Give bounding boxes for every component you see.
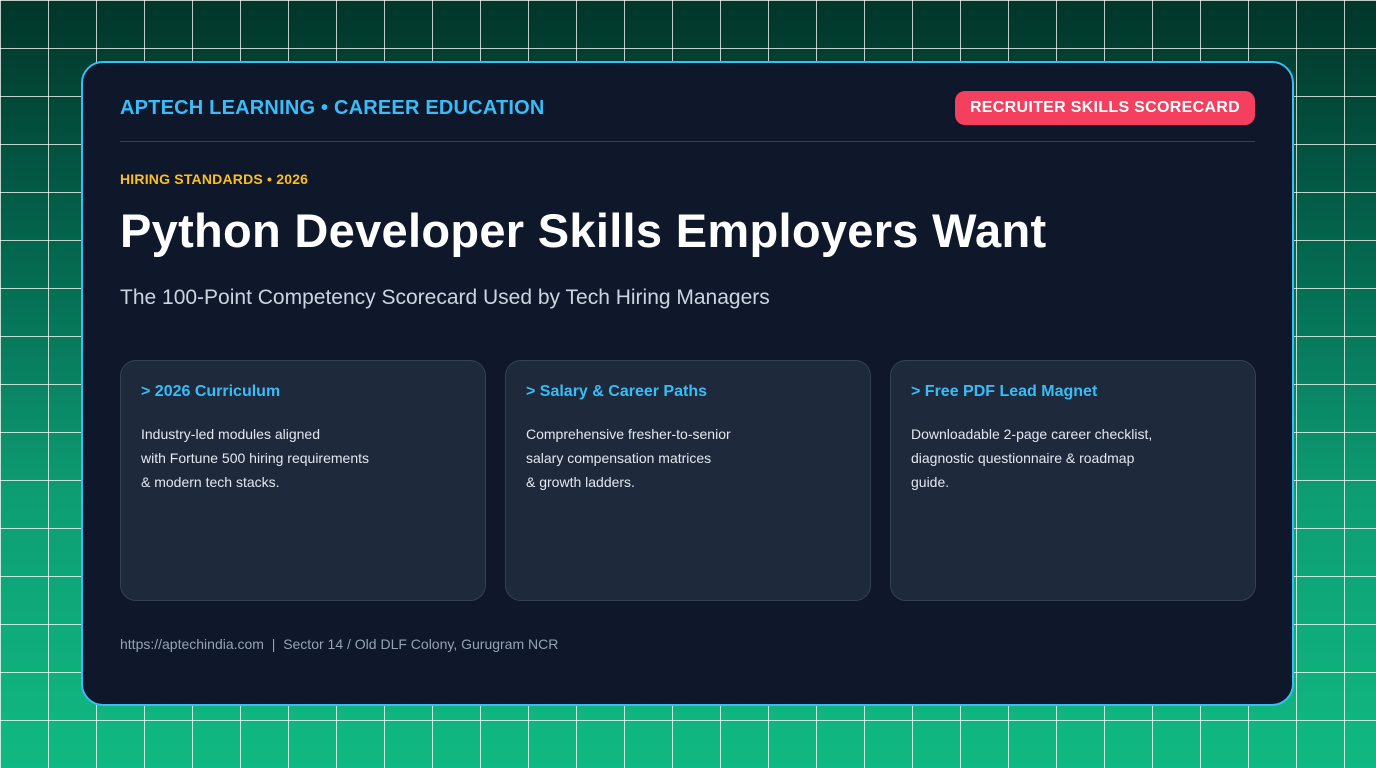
footer: https://aptechindia.com | Sector 14 / Ol… <box>120 636 558 652</box>
feature-title: > 2026 Curriculum <box>141 383 281 400</box>
feature-text-line: diagnostic questionnaire & roadmap <box>911 450 1135 466</box>
feature-text-line: with Fortune 500 hiring requirements <box>141 450 370 466</box>
feature-text-line: Industry-led modules aligned <box>141 426 320 442</box>
scorecard-badge: RECRUITER SKILLS SCORECARD <box>954 91 1255 125</box>
eyebrow-label: HIRING STANDARDS • 2026 <box>120 171 309 187</box>
page-subtitle: The 100-Point Competency Scorecard Used … <box>120 286 770 309</box>
feature-text-line: salary compensation matrices <box>526 450 712 466</box>
feature-title: > Salary & Career Paths <box>526 383 707 400</box>
footer-address: Sector 14 / Old DLF Colony, Gurugram NCR <box>283 636 559 652</box>
scorecard-card: APTECH LEARNING • CAREER EDUCATION RECRU… <box>81 61 1294 706</box>
feature-text-line: & modern tech stacks. <box>141 474 280 490</box>
feature-cards: > 2026 Curriculum Industry-led modules a… <box>120 360 1257 602</box>
feature-card-curriculum: > 2026 Curriculum Industry-led modules a… <box>120 360 486 601</box>
header-divider <box>120 141 1255 142</box>
footer-separator: | <box>263 636 284 652</box>
footer-url: https://aptechindia.com <box>120 636 264 652</box>
feature-card-salary: > Salary & Career Paths Comprehensive fr… <box>505 360 871 601</box>
feature-text-line: Downloadable 2-page career checklist, <box>911 426 1153 442</box>
feature-text-line: & growth ladders. <box>526 474 635 490</box>
feature-card-pdf: > Free PDF Lead Magnet Downloadable 2-pa… <box>890 360 1256 601</box>
feature-title: > Free PDF Lead Magnet <box>911 383 1098 400</box>
brand-label: APTECH LEARNING • CAREER EDUCATION <box>120 97 545 119</box>
feature-text-line: guide. <box>911 474 950 490</box>
page-title: Python Developer Skills Employers Want <box>120 204 1047 257</box>
feature-text-line: Comprehensive fresher-to-senior <box>526 426 731 442</box>
